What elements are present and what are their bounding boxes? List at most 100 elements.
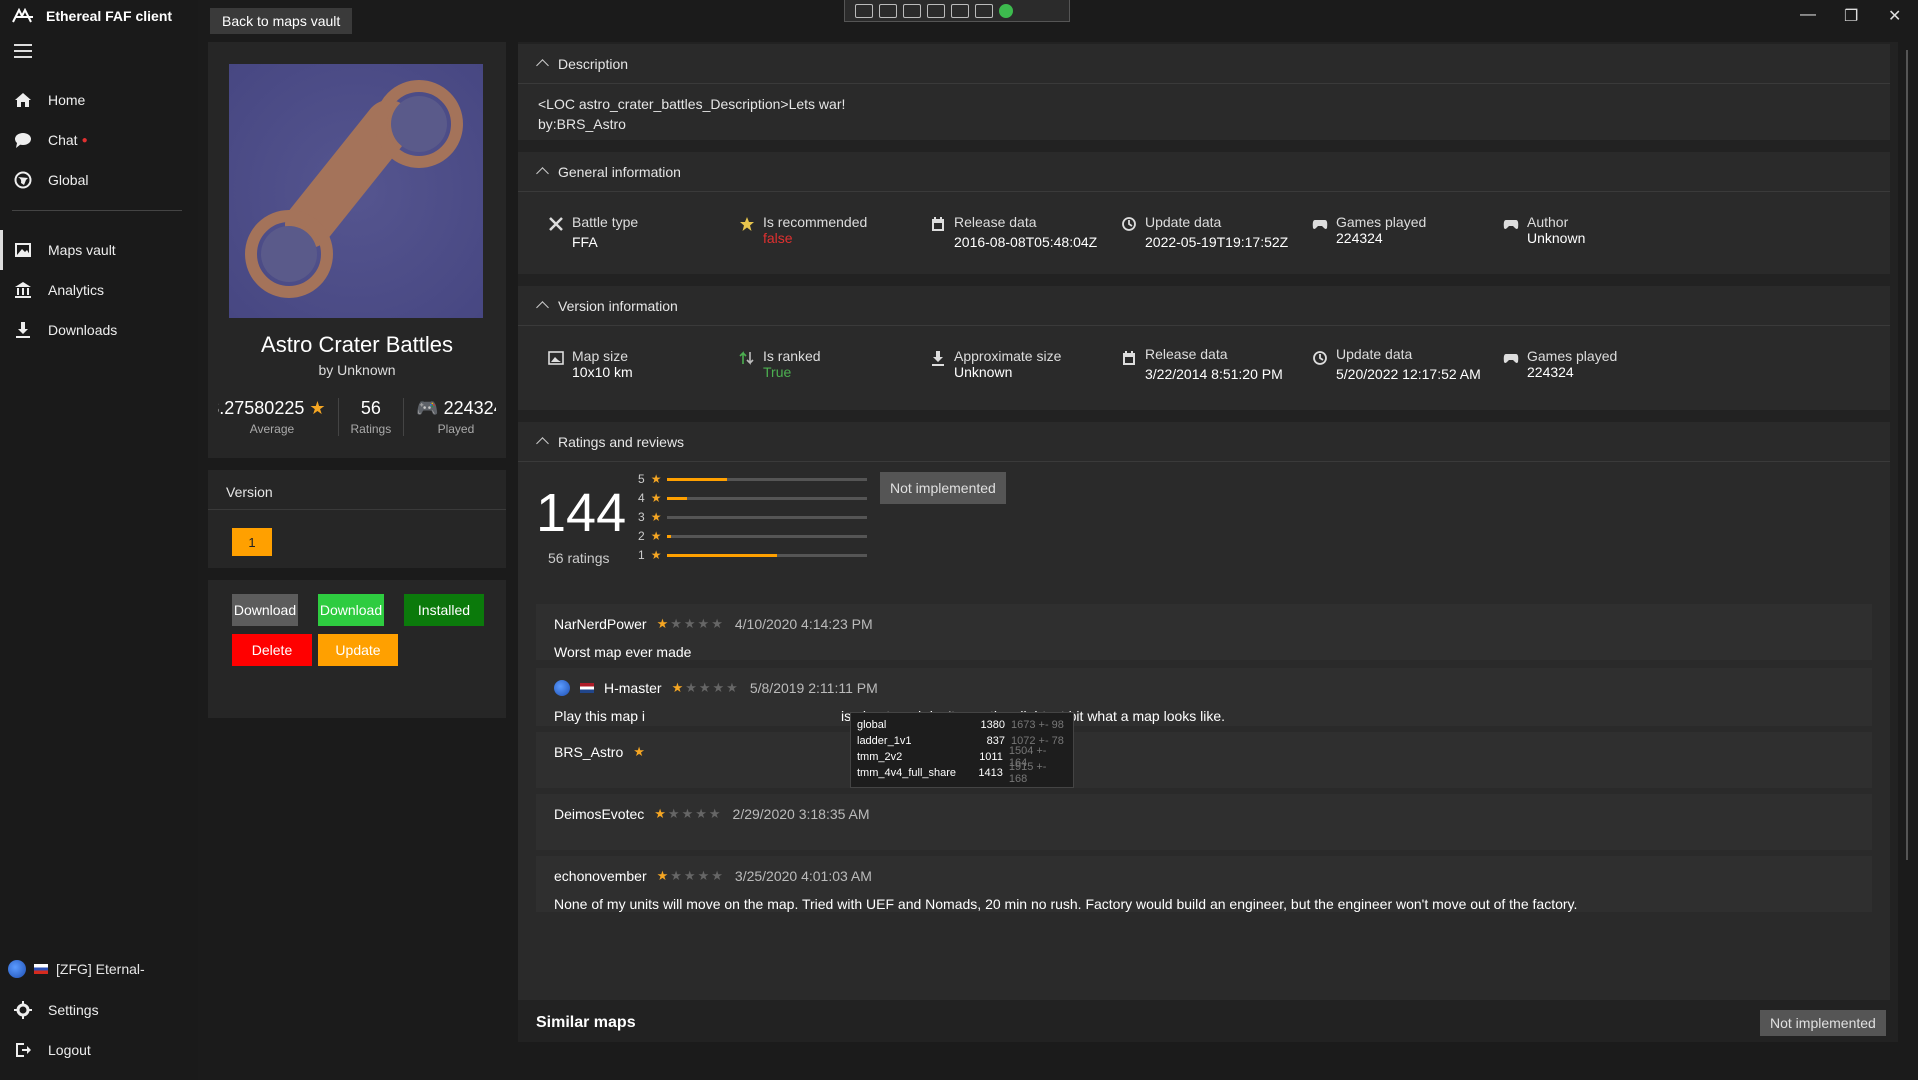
info-games-played: Games played 224324: [1312, 214, 1503, 250]
image-frame-icon: [548, 351, 564, 365]
app-brand: Ethereal FAF client: [12, 8, 172, 24]
star-icon: ★: [309, 398, 326, 418]
nav-label: Analytics: [48, 282, 105, 298]
toolbar-tool-icon[interactable]: [927, 3, 945, 18]
review-card: NarNerdPower ★★★★★ 4/10/2020 4:14:23 PM …: [536, 604, 1872, 660]
nav-item-home[interactable]: Home: [0, 80, 198, 120]
not-implemented-button[interactable]: Not implemented: [880, 472, 1006, 504]
back-to-vault-button[interactable]: Back to maps vault: [210, 8, 353, 34]
description-line: by:BRS_Astro: [538, 116, 626, 132]
similar-not-implemented-button[interactable]: Not implemented: [1760, 1010, 1886, 1036]
toolbar-tool-icon[interactable]: [879, 3, 897, 18]
star-icon: ★: [650, 472, 662, 486]
map-preview-image: [229, 64, 483, 318]
info-battle-type: Battle type FFA: [548, 214, 739, 250]
current-user[interactable]: [ZFG] Eternal-: [8, 960, 145, 978]
calendar-icon: [932, 217, 944, 231]
version-header: Version: [208, 470, 506, 510]
gamepad-icon: [1503, 220, 1519, 229]
history-icon: [1313, 351, 1327, 365]
info-label: Update data: [1336, 346, 1413, 362]
nav-item-settings[interactable]: Settings: [0, 990, 198, 1030]
toolbar-tool-icon[interactable]: [855, 3, 873, 18]
review-user[interactable]: DeimosEvotec: [554, 806, 644, 822]
nav-item-global[interactable]: Global: [0, 160, 198, 200]
review-stars: ★★★★★: [656, 616, 725, 631]
ratings-section: Ratings and reviews 144 56 ratings 5 ★ 4 ★…: [518, 422, 1890, 1000]
review-user[interactable]: H-master: [604, 680, 662, 696]
review-card: H-master ★★★★★ 5/8/2019 2:11:11 PM Play …: [536, 668, 1872, 726]
nav-divider: [12, 210, 182, 211]
info-label: Approximate size: [954, 348, 1062, 364]
info-value: Unknown: [954, 364, 1013, 380]
download-primary-button[interactable]: Download: [318, 594, 384, 626]
app-window: Ethereal FAF client Home Chat ● Global M…: [0, 0, 1918, 1080]
toolbar-tool-icon[interactable]: [975, 3, 993, 18]
bar-fill: [667, 534, 672, 538]
info-map-size: Map size 10x10 km: [548, 348, 739, 382]
info-author: Author Unknown: [1503, 214, 1694, 250]
review-date: 5/8/2019 2:11:11 PM: [749, 680, 878, 696]
info-value: Unknown: [1527, 230, 1586, 246]
check-icon[interactable]: [999, 3, 1013, 18]
nav-label: Chat: [48, 132, 78, 148]
general-info-section: General information Battle type FFA Is re…: [518, 152, 1890, 274]
info-label: Battle type: [572, 214, 639, 230]
review-card: DeimosEvotec ★★★★★ 2/29/2020 3:18:35 AM: [536, 794, 1872, 850]
rating-score: 144: [536, 483, 627, 543]
ratings-value: 56: [360, 398, 381, 418]
scrollbar[interactable]: [1906, 50, 1908, 860]
map-card: Astro Crater Battles by Unknown 3.275802…: [208, 42, 506, 458]
update-button[interactable]: Update: [318, 634, 398, 666]
review-user[interactable]: NarNerdPower: [554, 616, 647, 632]
review-stars: ★★★★★: [656, 868, 725, 883]
info-update-data: Update data 2022-05-19T19:17:52Z: [1121, 214, 1312, 250]
menu-toggle-icon[interactable]: [14, 44, 32, 58]
minimize-icon[interactable]: —: [1800, 6, 1816, 24]
review-stars: ★: [633, 744, 647, 759]
review-stars: ★★★★★: [671, 680, 740, 695]
nav-footer: Settings Logout: [0, 990, 198, 1070]
nav-item-maps-vault[interactable]: Maps vault: [0, 230, 198, 270]
tooltip-row: global 1380 1673 +- 98: [857, 719, 1064, 731]
close-icon[interactable]: ✕: [1888, 6, 1901, 26]
nav-label: Settings: [48, 1002, 99, 1018]
flag-nl-icon: [580, 683, 594, 693]
version-card: Version 1: [208, 470, 506, 568]
description-header[interactable]: Description: [518, 44, 1890, 84]
review-card: BRS_Astro ★: [536, 732, 1872, 788]
history-icon: [1122, 217, 1136, 231]
review-user[interactable]: echonovember: [554, 868, 647, 884]
download-button[interactable]: Download: [232, 594, 298, 626]
gamepad-icon: [1312, 220, 1328, 229]
tooltip-row: tmm_4v4_full_share 1413 1915 +- 168: [857, 761, 1047, 785]
installed-button[interactable]: Installed: [404, 594, 484, 626]
toolbar-tool-icon[interactable]: [951, 3, 969, 18]
ratings-header[interactable]: Ratings and reviews: [518, 422, 1890, 462]
info-label: Games played: [1336, 214, 1427, 230]
sidebar: Ethereal FAF client Home Chat ● Global M…: [0, 0, 198, 1080]
nav-item-logout[interactable]: Logout: [0, 1030, 198, 1070]
nav-item-analytics[interactable]: Analytics: [0, 270, 198, 310]
description-section: Description <LOC astro_crater_battles_De…: [518, 44, 1890, 140]
map-stats: 3.27580225 ★ Average 56 Ratings 🎮 224324…: [208, 398, 506, 436]
played-label: Played: [437, 422, 475, 436]
average-value: 3.27580225: [218, 398, 305, 418]
info-label: Release data: [954, 214, 1037, 230]
rating-bar-2: 2 ★: [638, 529, 868, 543]
delete-button[interactable]: Delete: [232, 634, 312, 666]
toolbar-tool-icon[interactable]: [903, 3, 921, 18]
version-info-header[interactable]: Version information: [518, 286, 1890, 326]
restore-icon[interactable]: ❐: [1844, 6, 1858, 26]
review-card: echonovember ★★★★★ 3/25/2020 4:01:03 AM …: [536, 856, 1872, 912]
nav-item-chat[interactable]: Chat ●: [0, 120, 198, 160]
version-button[interactable]: 1: [232, 528, 272, 556]
info-value: 5/20/2022 12:17:52 AM: [1336, 366, 1481, 382]
bar-label: 2: [638, 529, 645, 543]
nav-item-downloads[interactable]: Downloads: [0, 310, 198, 350]
info-value: 10x10 km: [572, 364, 633, 380]
review-user[interactable]: BRS_Astro: [554, 744, 623, 760]
info-is-recommended: Is recommended false: [739, 214, 930, 250]
general-info-header[interactable]: General information: [518, 152, 1890, 192]
user-name: [ZFG] Eternal-: [56, 961, 145, 977]
